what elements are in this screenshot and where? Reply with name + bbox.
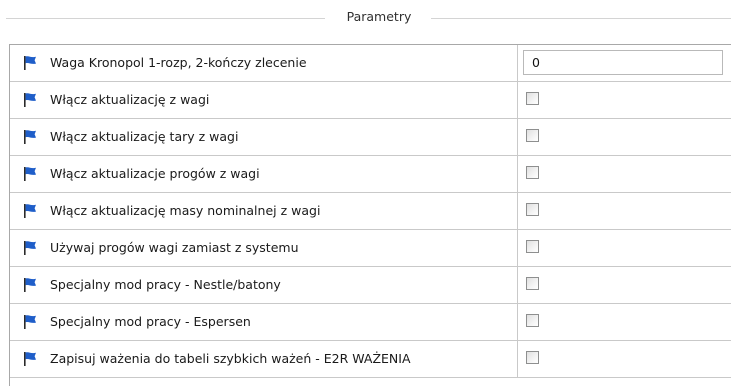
flag-icon bbox=[24, 167, 36, 181]
group-title: Parametry bbox=[346, 9, 412, 24]
update-thresholds-from-scale-checkbox[interactable] bbox=[526, 166, 539, 179]
group-divider-right bbox=[431, 18, 731, 19]
param-row: Zapisuj ważenia do tabeli szybkich ważeń… bbox=[10, 341, 731, 378]
param-label-cell: Zapisuj ważenia do tabeli szybkich ważeń… bbox=[10, 341, 518, 377]
update-tare-from-scale-checkbox[interactable] bbox=[526, 129, 539, 142]
param-label-cell: Używaj progów wagi zamiast z systemu bbox=[10, 230, 518, 266]
param-value-cell bbox=[518, 82, 731, 118]
update-from-scale-checkbox[interactable] bbox=[526, 92, 539, 105]
param-label: Używaj progów wagi zamiast z systemu bbox=[50, 240, 299, 255]
param-value-cell: 0 bbox=[518, 45, 731, 81]
flag-icon bbox=[24, 241, 36, 255]
param-label-cell: Włącz aktualizacje progów z wagi bbox=[10, 156, 518, 192]
param-label: Włącz aktualizacje progów z wagi bbox=[50, 166, 260, 181]
param-label-cell: Włącz aktualizację tary z wagi bbox=[10, 119, 518, 155]
param-label: Zapisuj ważenia do tabeli szybkich ważeń… bbox=[50, 351, 411, 366]
flag-icon bbox=[24, 352, 36, 366]
param-label: Włącz aktualizację masy nominalnej z wag… bbox=[50, 203, 321, 218]
param-row: Specjalny mod pracy - Nestle/batony bbox=[10, 267, 731, 304]
update-nominal-mass-from-scale-checkbox[interactable] bbox=[526, 203, 539, 216]
param-row: Włącz aktualizację tary z wagi bbox=[10, 119, 731, 156]
special-mode-espersen-checkbox[interactable] bbox=[526, 314, 539, 327]
param-label-cell: Specjalny mod pracy - Espersen bbox=[10, 304, 518, 340]
kronopol-scale-mode-input[interactable]: 0 bbox=[523, 50, 723, 75]
flag-icon bbox=[24, 315, 36, 329]
use-scale-thresholds-checkbox[interactable] bbox=[526, 240, 539, 253]
param-label-cell: Specjalny mod pracy - Nestle/batony bbox=[10, 267, 518, 303]
param-value-cell bbox=[518, 119, 731, 155]
special-mode-nestle-checkbox[interactable] bbox=[526, 277, 539, 290]
param-row: Specjalny mod pracy - Espersen bbox=[10, 304, 731, 341]
flag-icon bbox=[24, 278, 36, 292]
param-label: Waga Kronopol 1-rozp, 2-kończy zlecenie bbox=[50, 55, 307, 70]
parameters-table: Waga Kronopol 1-rozp, 2-kończy zlecenie … bbox=[9, 44, 731, 386]
param-label-cell: Włącz aktualizację z wagi bbox=[10, 82, 518, 118]
param-row: Włącz aktualizacje progów z wagi bbox=[10, 156, 731, 193]
save-quick-weighings-checkbox[interactable] bbox=[526, 351, 539, 364]
param-value-cell bbox=[518, 230, 731, 266]
param-label: Specjalny mod pracy - Espersen bbox=[50, 314, 251, 329]
param-label: Włącz aktualizację tary z wagi bbox=[50, 129, 239, 144]
param-label-cell: Waga Kronopol 1-rozp, 2-kończy zlecenie bbox=[10, 45, 518, 81]
param-value-cell bbox=[518, 341, 731, 377]
group-divider-left bbox=[6, 18, 325, 19]
parameters-group-header: Parametry bbox=[0, 0, 731, 38]
param-row: Używaj progów wagi zamiast z systemu bbox=[10, 230, 731, 267]
param-value-cell bbox=[518, 304, 731, 340]
param-label: Włącz aktualizację z wagi bbox=[50, 92, 210, 107]
param-row: Waga Kronopol 1-rozp, 2-kończy zlecenie … bbox=[10, 45, 731, 82]
param-label-cell: Włącz aktualizację masy nominalnej z wag… bbox=[10, 193, 518, 229]
param-value-cell bbox=[518, 193, 731, 229]
param-value-cell bbox=[518, 267, 731, 303]
flag-icon bbox=[24, 130, 36, 144]
flag-icon bbox=[24, 56, 36, 70]
flag-icon bbox=[24, 204, 36, 218]
param-label: Specjalny mod pracy - Nestle/batony bbox=[50, 277, 281, 292]
param-row: Włącz aktualizację z wagi bbox=[10, 82, 731, 119]
flag-icon bbox=[24, 93, 36, 107]
param-row: Włącz aktualizację masy nominalnej z wag… bbox=[10, 193, 731, 230]
param-value-cell bbox=[518, 156, 731, 192]
